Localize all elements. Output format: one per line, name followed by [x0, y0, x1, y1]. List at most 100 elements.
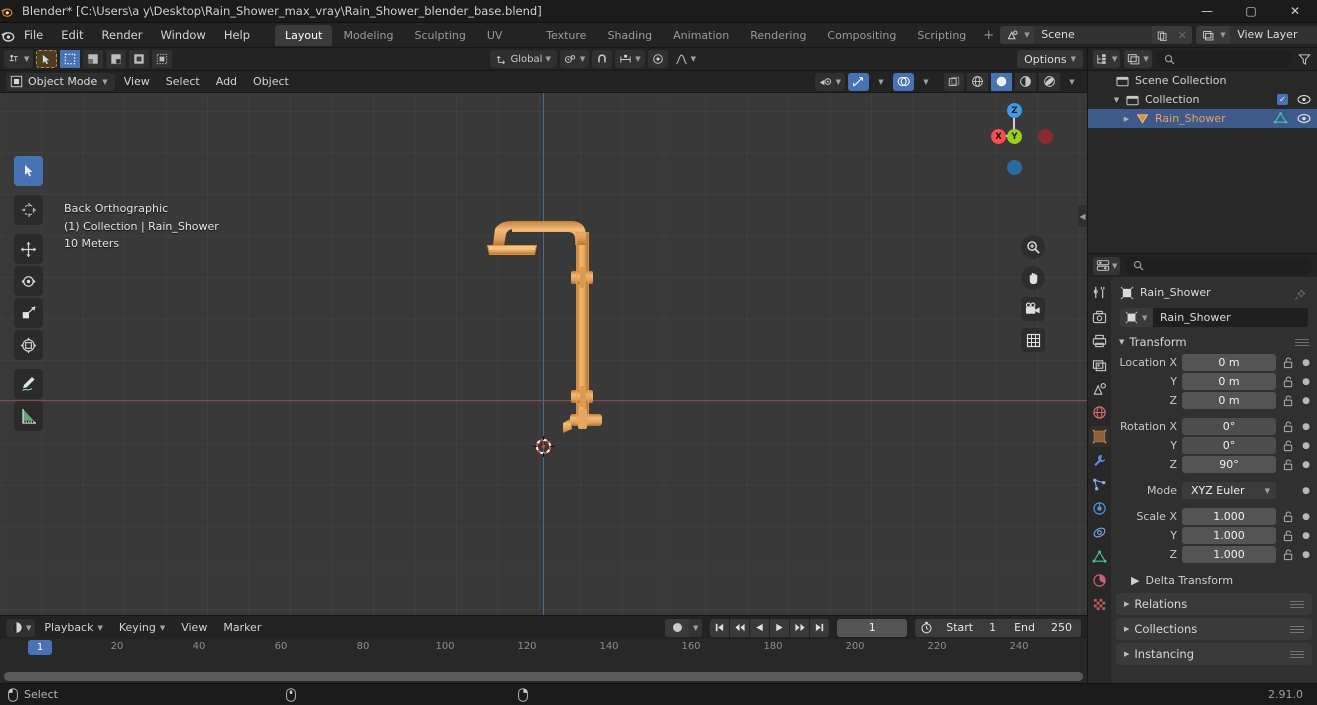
lock-icon[interactable]: [1281, 529, 1296, 542]
tool-measure[interactable]: [14, 401, 43, 431]
workspace-tab-rendering[interactable]: Rendering: [740, 25, 816, 46]
record-icon[interactable]: [665, 618, 690, 637]
animate-property-dot[interactable]: ●: [1301, 460, 1311, 470]
workspace-tab-texture-paint[interactable]: Texture Paint: [536, 25, 596, 63]
constraint-icon[interactable]: [1089, 522, 1110, 543]
rotation-y-field[interactable]: 0°: [1182, 437, 1276, 454]
mesh-data-triangle-icon[interactable]: [1089, 546, 1110, 567]
transform-orientation-dropdown[interactable]: Global ▼: [489, 50, 557, 68]
jump-end-icon[interactable]: [810, 618, 830, 637]
timeline-menu-keying[interactable]: Keying ▼: [112, 619, 172, 637]
new-scene-button[interactable]: [1152, 26, 1173, 44]
next-keyframe-icon[interactable]: [790, 618, 810, 637]
viewport-menu-add[interactable]: Add: [209, 73, 244, 91]
object-disclosure-triangle-icon[interactable]: ▶: [1120, 115, 1133, 123]
object-square-icon[interactable]: [1089, 426, 1110, 447]
timeline-playhead[interactable]: 1: [28, 640, 52, 655]
play-icon[interactable]: [770, 618, 790, 637]
zoom-icon[interactable]: [1021, 235, 1045, 259]
timeline-ruler[interactable]: 1 20 40 60 80 100 120 140 160 180 200 22…: [0, 639, 1087, 661]
scene-chevron-down-icon[interactable]: ▼: [1024, 26, 1035, 44]
outliner-search-input[interactable]: [1155, 50, 1292, 68]
jump-start-icon[interactable]: [710, 618, 730, 637]
end-frame-field[interactable]: End 250: [1005, 619, 1081, 637]
relations-panel-header[interactable]: ▶ Relations: [1116, 593, 1312, 615]
collections-panel-header[interactable]: ▶ Collections: [1116, 618, 1312, 640]
current-frame-field[interactable]: 1: [837, 618, 908, 637]
rotation-x-field[interactable]: 0°: [1182, 418, 1276, 435]
workspace-tab-compositing[interactable]: Compositing: [817, 25, 906, 46]
falloff-dropdown[interactable]: ▼: [671, 50, 700, 68]
viewport-options-button[interactable]: Options ▼: [1017, 50, 1083, 68]
add-workspace-button[interactable]: +: [977, 28, 1000, 43]
object-name-field[interactable]: ▼ Rain_Shower: [1120, 308, 1308, 327]
toggle-ortho-icon[interactable]: [1021, 328, 1045, 352]
scene-cone-icon[interactable]: [1089, 378, 1110, 399]
mesh-data-icon[interactable]: [1273, 112, 1288, 125]
visibility-dropdown[interactable]: ▼: [814, 72, 845, 91]
menu-render[interactable]: Render: [93, 23, 152, 48]
unlink-scene-button[interactable]: ✕: [1172, 26, 1193, 44]
gizmo-axis-neg-x[interactable]: [1038, 129, 1053, 144]
rain-shower-model[interactable]: [0, 93, 1087, 615]
lock-icon[interactable]: [1281, 510, 1296, 523]
shading-rendered-button[interactable]: [1039, 72, 1060, 91]
pan-hand-icon[interactable]: [1021, 266, 1045, 290]
animate-property-dot[interactable]: ●: [1301, 550, 1311, 560]
menu-edit[interactable]: Edit: [52, 23, 92, 48]
transform-panel-header[interactable]: ▼ Transform: [1111, 331, 1317, 353]
menu-window[interactable]: Window: [151, 23, 214, 48]
timeline-scrollbar[interactable]: [0, 672, 1087, 681]
snap-settings-dropdown[interactable]: ▼: [615, 50, 645, 68]
particles-icon[interactable]: [1089, 474, 1110, 495]
auto-keyframe-group[interactable]: ▼: [665, 618, 703, 637]
view-layer-chevron-down-icon[interactable]: ▼: [1220, 26, 1231, 44]
scale-z-field[interactable]: 1.000: [1182, 546, 1276, 563]
lock-icon[interactable]: [1281, 356, 1296, 369]
scale-y-field[interactable]: 1.000: [1182, 527, 1276, 544]
viewport-menu-view[interactable]: View: [117, 73, 157, 91]
start-frame-field[interactable]: Start 1: [937, 619, 1005, 637]
properties-search-input[interactable]: [1125, 256, 1312, 275]
lock-icon[interactable]: [1281, 420, 1296, 433]
outliner-display-mode-icon[interactable]: ▼: [1093, 50, 1121, 68]
render-camera-icon[interactable]: [1089, 306, 1110, 327]
object-browse-chevron-down-icon[interactable]: ▼: [1142, 308, 1153, 327]
gizmo-axis-x[interactable]: X: [991, 129, 1006, 144]
play-reverse-icon[interactable]: [750, 618, 770, 637]
instancing-panel-header[interactable]: ▶ Instancing: [1116, 643, 1312, 665]
editor-type-icon[interactable]: ▼: [4, 50, 34, 68]
tool-tweak-select[interactable]: [14, 156, 43, 186]
animate-property-dot[interactable]: ●: [1301, 422, 1311, 432]
gizmo-axis-z[interactable]: Z: [1007, 103, 1022, 118]
scene-datablock[interactable]: ▼ Scene ✕: [1000, 26, 1193, 44]
gizmo-axis-y[interactable]: Y: [1007, 129, 1022, 144]
lock-icon[interactable]: [1281, 375, 1296, 388]
animate-property-dot[interactable]: ●: [1301, 377, 1311, 387]
material-sphere-icon[interactable]: [1089, 570, 1110, 591]
menu-help[interactable]: Help: [215, 23, 259, 48]
outliner-row-rain-shower[interactable]: ▶ Rain_Shower: [1088, 109, 1317, 128]
blender-menu-icon[interactable]: [0, 28, 15, 43]
select-set-button[interactable]: [60, 50, 81, 68]
gizmo-dropdown[interactable]: ▼: [872, 73, 890, 91]
workspace-tab-layout[interactable]: Layout: [275, 24, 333, 46]
view-layer-name[interactable]: View Layer: [1230, 26, 1317, 44]
rotation-z-field[interactable]: 90°: [1182, 456, 1276, 473]
location-x-field[interactable]: 0 m: [1182, 354, 1276, 371]
viewport-menu-select[interactable]: Select: [159, 73, 207, 91]
texture-checker-icon[interactable]: [1089, 594, 1110, 615]
auto-key-chevron-down-icon[interactable]: ▼: [689, 618, 703, 637]
funnel-filter-icon[interactable]: [1296, 53, 1312, 66]
animate-property-dot[interactable]: ●: [1301, 486, 1311, 496]
xray-toggle-button[interactable]: [944, 72, 964, 91]
camera-view-icon[interactable]: [1021, 297, 1045, 321]
select-extend-button[interactable]: [83, 50, 104, 68]
pin-icon[interactable]: [1294, 289, 1308, 301]
minimize-button[interactable]: —: [1185, 0, 1229, 23]
stopwatch-icon[interactable]: [915, 619, 937, 637]
scale-x-field[interactable]: 1.000: [1182, 508, 1276, 525]
scene-name[interactable]: Scene: [1034, 26, 1153, 44]
images-viewlayer-icon[interactable]: [1089, 354, 1110, 375]
tool-scale[interactable]: [14, 298, 43, 328]
